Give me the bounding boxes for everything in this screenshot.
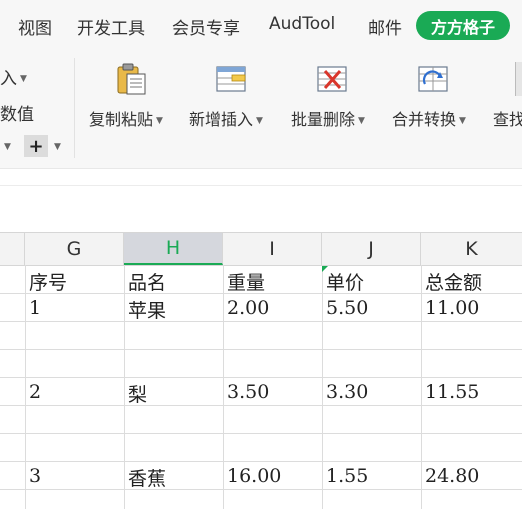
divider xyxy=(0,185,522,186)
menu-fangfang-tab[interactable]: 方方格子 xyxy=(416,11,510,40)
column-header-h[interactable]: H xyxy=(124,233,223,265)
gridline xyxy=(124,265,125,509)
gridline xyxy=(421,265,422,509)
gridline xyxy=(223,265,224,509)
cell-seq[interactable]: 1 xyxy=(29,297,41,319)
merge-convert-label: 合并转换 ▼ xyxy=(392,110,466,129)
batch-delete-label: 批量删除 ▼ xyxy=(291,110,365,129)
delete-table-icon xyxy=(317,66,347,92)
cell-header-total[interactable]: 总金额 xyxy=(425,268,482,295)
ribbon-partial-label-1[interactable]: 入 ▼ xyxy=(0,64,27,89)
cell-total[interactable]: 11.00 xyxy=(425,297,479,319)
gridline xyxy=(0,405,522,406)
column-header-j[interactable]: J xyxy=(322,233,421,265)
cell-name[interactable]: 香蕉 xyxy=(128,464,166,491)
gridline xyxy=(0,377,522,378)
row-header-corner xyxy=(0,233,25,265)
cell-seq[interactable]: 2 xyxy=(29,381,41,403)
cell-weight[interactable]: 2.00 xyxy=(227,297,269,319)
ribbon-separator xyxy=(74,58,75,158)
menu-bar: 视图 开发工具 会员专享 AudTool 邮件 方方格子 xyxy=(0,0,522,50)
cell-header-weight[interactable]: 重量 xyxy=(227,268,265,295)
cell-total[interactable]: 24.80 xyxy=(425,465,479,487)
cell-header-seq[interactable]: 序号 xyxy=(29,268,67,295)
menu-view[interactable]: 视图 xyxy=(18,14,52,39)
comment-indicator xyxy=(322,266,328,272)
gridline xyxy=(0,321,522,322)
menu-mail[interactable]: 邮件 xyxy=(368,14,402,39)
column-header-k[interactable]: K xyxy=(421,233,522,265)
menu-audtool[interactable]: AudTool xyxy=(269,14,335,34)
ribbon-partial-label-2[interactable]: 数值 xyxy=(0,100,34,125)
gridline xyxy=(0,461,522,462)
cell-weight[interactable]: 16.00 xyxy=(227,465,281,487)
formula-area xyxy=(0,168,522,221)
merge-convert-icon xyxy=(418,66,448,92)
find-icon xyxy=(515,62,522,96)
copy-paste-label: 复制粘贴 ▼ xyxy=(89,110,163,129)
insert-row-icon xyxy=(216,66,246,92)
cell-name[interactable]: 梨 xyxy=(128,380,147,407)
cell-weight[interactable]: 3.50 xyxy=(227,381,269,403)
cell-price[interactable]: 1.55 xyxy=(326,465,368,487)
gridline xyxy=(0,349,522,350)
chevron-down-icon[interactable]: ▼ xyxy=(54,142,61,152)
gridline xyxy=(322,265,323,509)
ribbon: 入 ▼ 数值 ▼ + ▼ 复制粘贴 ▼ 新增插入 ▼ 批量删除 ▼ 合并转换 ▼… xyxy=(0,50,522,168)
column-header-row: G H I J K xyxy=(0,232,522,266)
cell-name[interactable]: 苹果 xyxy=(128,296,166,323)
cell-price[interactable]: 3.30 xyxy=(326,381,368,403)
column-header-g[interactable]: G xyxy=(25,233,124,265)
cell-total[interactable]: 11.55 xyxy=(425,381,479,403)
menu-developer-tools[interactable]: 开发工具 xyxy=(77,14,145,39)
menu-member-exclusive[interactable]: 会员专享 xyxy=(172,14,240,39)
gridline xyxy=(0,433,522,434)
clipboard-icon xyxy=(117,63,146,95)
new-insert-label: 新增插入 ▼ xyxy=(189,110,263,129)
gridline xyxy=(25,265,26,509)
column-header-i[interactable]: I xyxy=(223,233,322,265)
cell-header-name[interactable]: 品名 xyxy=(128,268,166,295)
cell-header-price[interactable]: 单价 xyxy=(326,268,364,295)
plus-icon[interactable]: + xyxy=(24,135,48,157)
gridline xyxy=(0,489,522,490)
cell-price[interactable]: 5.50 xyxy=(326,297,368,319)
find-label: 查找 xyxy=(493,110,522,129)
chevron-down-icon[interactable]: ▼ xyxy=(4,142,11,152)
cell-seq[interactable]: 3 xyxy=(29,465,41,487)
